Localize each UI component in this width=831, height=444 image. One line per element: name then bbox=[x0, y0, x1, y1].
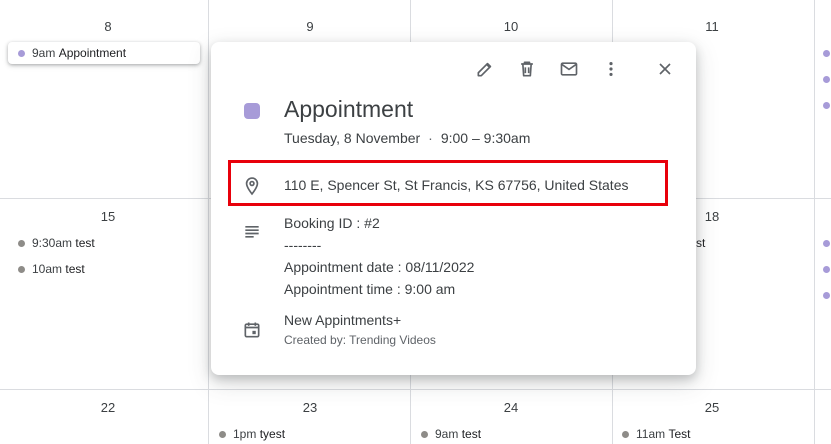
day-number[interactable]: 15 bbox=[8, 209, 208, 224]
event-title: tyest bbox=[259, 427, 286, 441]
event-chip[interactable]: 1pm tyest bbox=[219, 423, 285, 444]
edit-event-button[interactable] bbox=[468, 56, 502, 82]
event-time-range: 9:00 – 9:30am bbox=[440, 130, 531, 146]
event-chip[interactable]: 9:30am test bbox=[18, 232, 95, 254]
event-dot[interactable] bbox=[823, 76, 830, 83]
vertical-dots-icon bbox=[609, 62, 613, 76]
event-dot[interactable] bbox=[823, 102, 830, 109]
description-line: Appointment date : 08/11/2022 bbox=[284, 259, 475, 275]
description-line: Booking ID : #2 bbox=[284, 215, 380, 231]
event-dot[interactable] bbox=[823, 50, 830, 57]
event-time: 11am bbox=[636, 427, 666, 441]
event-title: st bbox=[696, 236, 706, 250]
event-title: test bbox=[75, 236, 95, 250]
day-number[interactable]: 22 bbox=[8, 400, 208, 415]
event-time: 9am bbox=[435, 427, 459, 441]
day-number[interactable]: 8 bbox=[8, 19, 208, 34]
event-color-dot bbox=[18, 49, 25, 57]
envelope-icon bbox=[560, 62, 578, 76]
description-line: -------- bbox=[284, 237, 322, 253]
email-guests-button[interactable] bbox=[552, 56, 586, 82]
event-title: Appointment bbox=[58, 46, 127, 60]
notes-icon bbox=[241, 220, 263, 242]
event-time: 1pm bbox=[233, 427, 257, 441]
day-number[interactable]: 11 bbox=[612, 19, 812, 34]
event-time: 9am bbox=[32, 46, 56, 60]
event-title: Test bbox=[668, 427, 691, 441]
close-icon bbox=[659, 63, 671, 75]
grid-divider bbox=[814, 0, 815, 444]
event-datetime: Tuesday, 8 November · 9:00 – 9:30am bbox=[284, 130, 530, 146]
event-time: 9:30am bbox=[32, 236, 73, 250]
day-number[interactable]: 25 bbox=[612, 400, 812, 415]
popup-toolbar bbox=[468, 56, 682, 82]
event-details-popup: Appointment Tuesday, 8 November · 9:00 –… bbox=[211, 42, 696, 375]
event-dot[interactable] bbox=[823, 292, 830, 299]
event-color-dot bbox=[622, 430, 629, 438]
event-date: Tuesday, 8 November bbox=[284, 130, 421, 146]
delete-event-button[interactable] bbox=[510, 56, 544, 82]
calendar-name: New Appintments+ bbox=[284, 312, 402, 328]
event-color-dot bbox=[219, 430, 226, 438]
event-color-dot bbox=[18, 239, 25, 247]
grid-divider bbox=[208, 0, 209, 444]
event-chip[interactable]: 10am test bbox=[18, 258, 85, 280]
event-dot[interactable] bbox=[823, 266, 830, 273]
event-color-square bbox=[244, 103, 260, 119]
event-color-dot bbox=[421, 430, 428, 438]
event-chip[interactable]: 11am Test bbox=[622, 423, 691, 444]
event-color-dot bbox=[18, 265, 25, 273]
event-title: test bbox=[65, 262, 85, 276]
calendar-creator: Created by: Trending Videos bbox=[284, 333, 436, 347]
event-chip[interactable]: st bbox=[696, 232, 705, 254]
day-number[interactable]: 23 bbox=[210, 400, 410, 415]
datetime-separator: · bbox=[428, 130, 433, 146]
event-chip-appointment[interactable]: 9am Appointment bbox=[8, 42, 200, 64]
trash-icon bbox=[521, 61, 533, 77]
event-time: 10am bbox=[32, 262, 63, 276]
description-line: Appointment time : 9:00 am bbox=[284, 281, 456, 297]
calendar-icon bbox=[241, 319, 263, 341]
event-title: test bbox=[461, 427, 482, 441]
day-number[interactable]: 10 bbox=[411, 19, 611, 34]
day-number[interactable]: 24 bbox=[411, 400, 611, 415]
day-number[interactable]: 9 bbox=[210, 19, 410, 34]
more-options-button[interactable] bbox=[594, 56, 628, 82]
close-popup-button[interactable] bbox=[648, 56, 682, 82]
event-title: Appointment bbox=[284, 96, 414, 122]
map-pin-icon bbox=[241, 175, 263, 197]
event-description: Booking ID : #2 -------- Appointment dat… bbox=[284, 212, 474, 300]
event-dot[interactable] bbox=[823, 240, 830, 247]
event-location[interactable]: 110 E, Spencer St, St Francis, KS 67756,… bbox=[284, 177, 628, 193]
pencil-icon bbox=[477, 62, 492, 77]
event-chip[interactable]: 9am test bbox=[421, 423, 481, 444]
grid-divider bbox=[0, 389, 831, 390]
